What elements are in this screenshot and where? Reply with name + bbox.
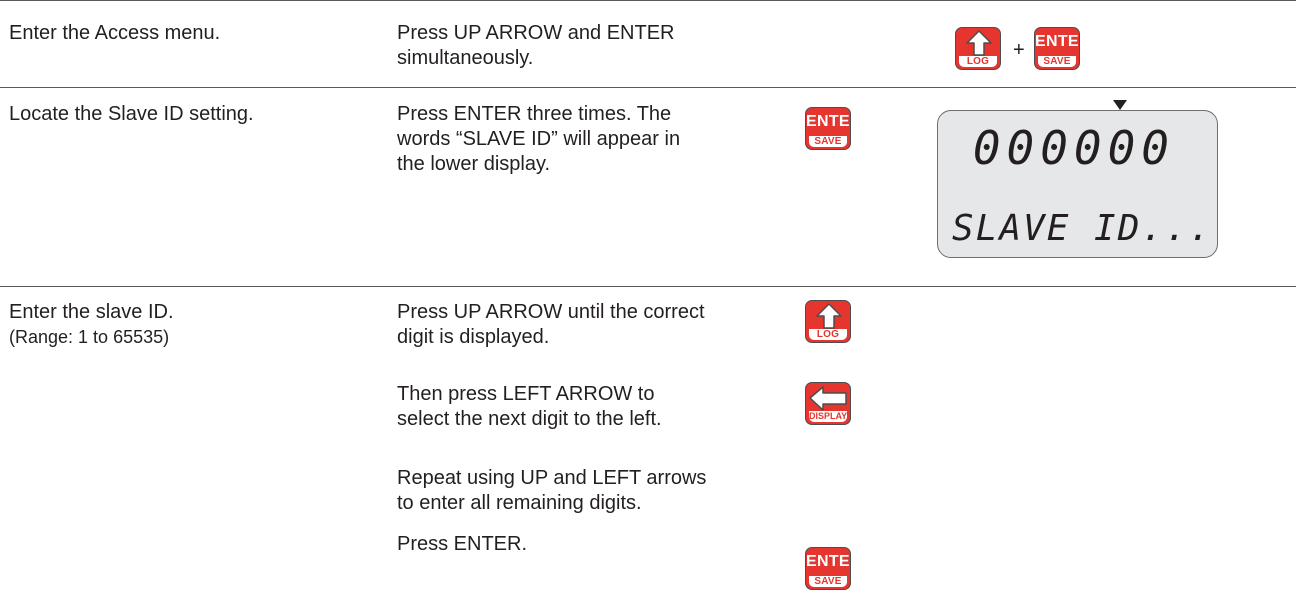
row-divider-2: [0, 286, 1296, 287]
left-arrow-key[interactable]: DISPLAY: [805, 382, 851, 425]
enter-key-label: ENTER: [806, 553, 850, 570]
lcd-upper-display: 000000: [972, 121, 1175, 175]
left-key-label: DISPLAY: [809, 411, 848, 422]
row1-instruction-line1: Press UP ARROW and ENTER: [397, 22, 675, 44]
row-divider-top: [0, 0, 1296, 1]
step3-line1: Repeat using UP and LEFT arrows: [397, 467, 707, 489]
step1-line2: digit is displayed.: [397, 326, 550, 348]
step3-line2: to enter all remaining digits.: [397, 492, 642, 514]
row3-action-line2: (Range: 1 to 65535): [9, 327, 170, 347]
step2-line1: Then press LEFT ARROW to: [397, 383, 655, 405]
enter-key-label: ENTER: [1035, 33, 1079, 50]
enter-key[interactable]: ENTER SAVE: [1034, 27, 1080, 70]
lcd-display: 000000 SLAVE ID...: [937, 110, 1218, 258]
row2-instruction-line3: the lower display.: [397, 153, 551, 175]
row1-instruction-line2: simultaneously.: [397, 47, 534, 69]
row-divider-1: [0, 87, 1296, 88]
step1-line1: Press UP ARROW until the correct: [397, 301, 705, 323]
up-arrow-icon: [966, 30, 992, 56]
enter-key-label: ENTER: [806, 113, 850, 130]
up-key-label: LOG: [809, 329, 847, 340]
enter-key-sublabel: SAVE: [809, 576, 847, 587]
up-arrow-icon: [816, 303, 842, 329]
step4-line1: Press ENTER.: [397, 533, 528, 555]
up-arrow-key[interactable]: LOG: [805, 300, 851, 343]
row1-action: Enter the Access menu.: [9, 22, 221, 44]
up-arrow-key[interactable]: LOG: [955, 27, 1001, 70]
row2-action: Locate the Slave ID setting.: [9, 103, 254, 125]
step2-line2: select the next digit to the left.: [397, 408, 662, 430]
enter-key-sublabel: SAVE: [1038, 56, 1076, 67]
row3-action-line1: Enter the slave ID.: [9, 301, 174, 323]
row2-instruction-line2: words “SLAVE ID” will appear in: [397, 128, 681, 150]
up-key-label: LOG: [959, 56, 997, 67]
left-arrow-icon: [809, 386, 847, 411]
enter-key[interactable]: ENTER SAVE: [805, 107, 851, 150]
lcd-lower-display: SLAVE ID...: [952, 208, 1213, 249]
enter-key-sublabel: SAVE: [809, 136, 847, 147]
enter-key[interactable]: ENTER SAVE: [805, 547, 851, 590]
plus-sign: +: [1013, 39, 1025, 61]
row2-instruction-line1: Press ENTER three times. The: [397, 103, 672, 125]
